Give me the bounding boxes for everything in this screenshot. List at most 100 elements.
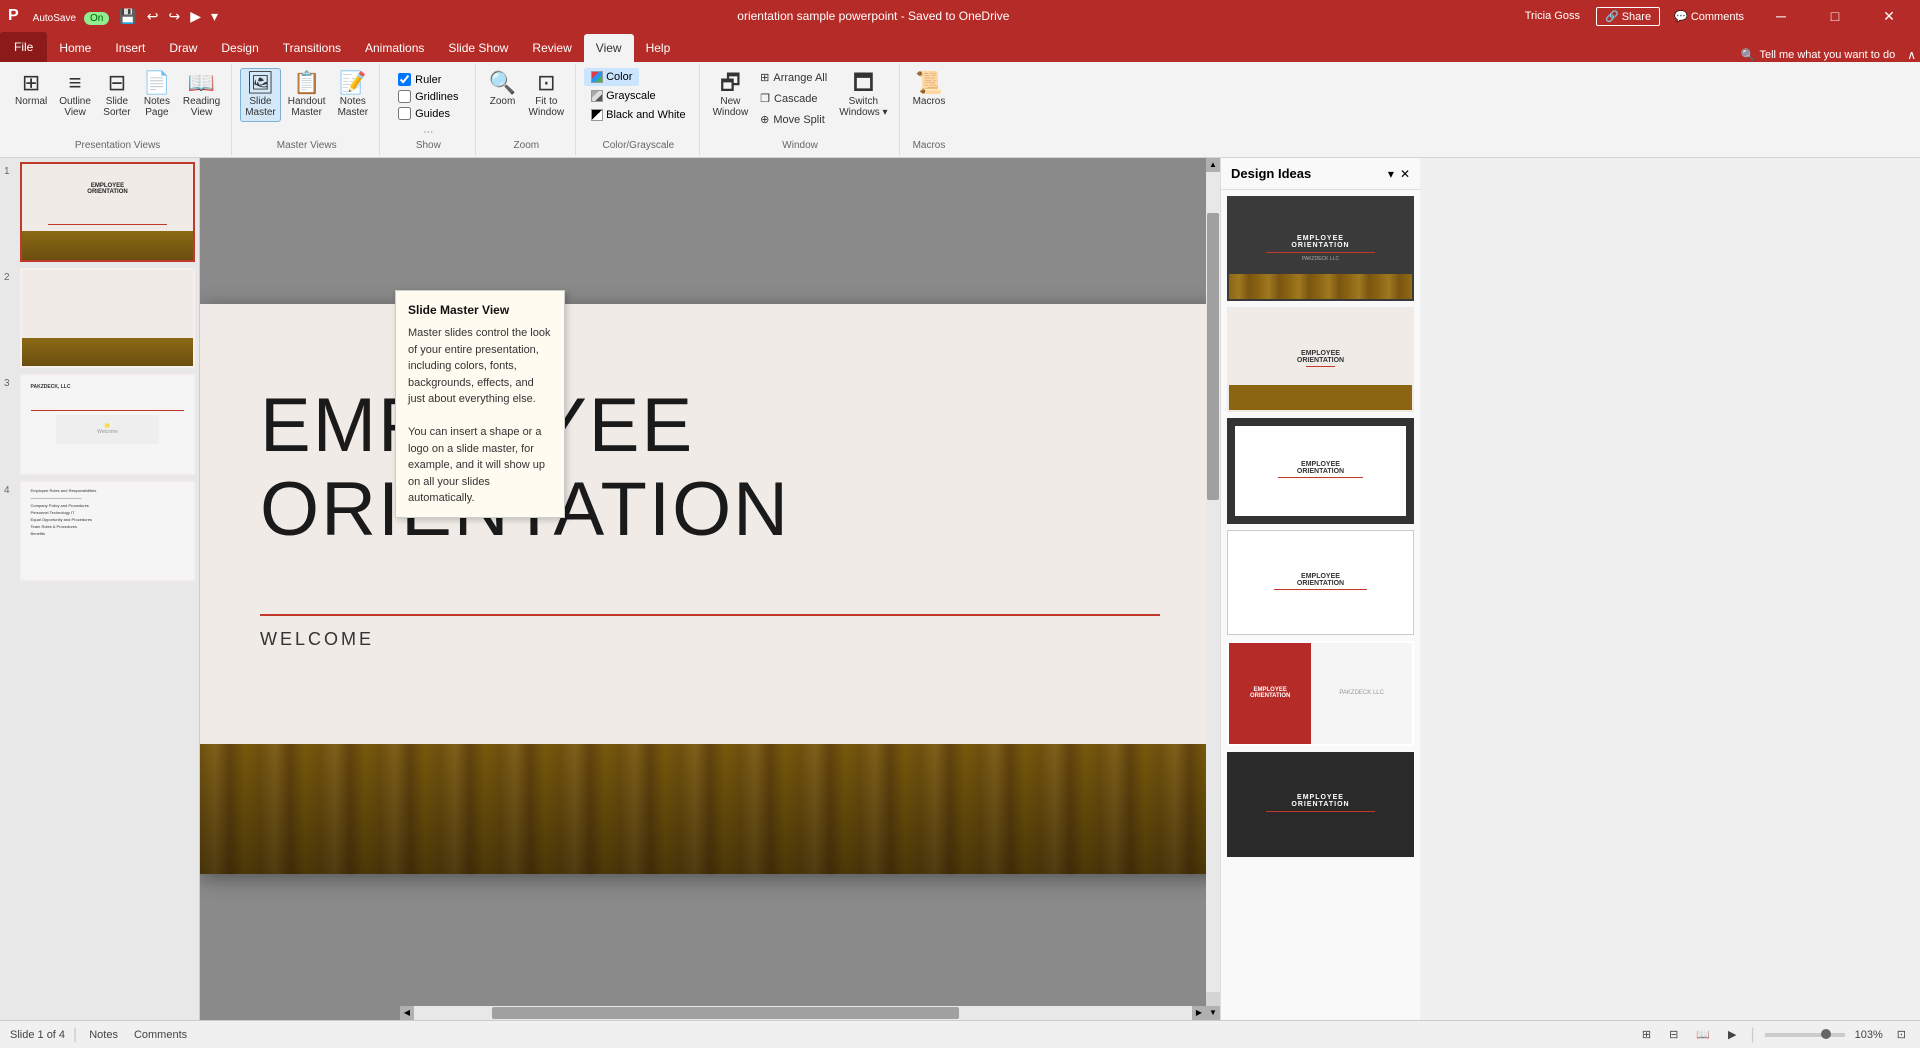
switch-windows-button[interactable]: 🗖 SwitchWindows ▾ <box>834 68 892 122</box>
reading-view-button[interactable]: 📖 ReadingView <box>178 68 225 122</box>
scroll-thumb <box>1207 213 1219 500</box>
slide-thumb-3[interactable]: 3 PAKZDECK, LLC 🌟Welcome <box>4 374 195 474</box>
design-panel-dropdown[interactable]: ▾ <box>1388 167 1394 181</box>
view-normal-btn[interactable]: ⊞ <box>1638 1026 1655 1043</box>
color-button[interactable]: Color <box>584 68 639 86</box>
design-theme-6[interactable]: EMPLOYEEORIENTATION <box>1227 752 1414 857</box>
design-theme-3[interactable]: EMPLOYEEORIENTATION <box>1227 418 1414 523</box>
design-theme-4[interactable]: EMPLOYEEORIENTATION <box>1227 530 1414 635</box>
restore-button[interactable]: □ <box>1812 0 1858 32</box>
main-slide[interactable]: EMPLOYEE ORIENTATION WELCOME <box>200 304 1220 874</box>
tab-transitions[interactable]: Transitions <box>271 34 353 62</box>
new-window-button[interactable]: 🗗 NewWindow <box>708 68 754 122</box>
master-views-buttons: 🖼 SlideMaster 📋 HandoutMaster 📝 NotesMas… <box>240 68 373 138</box>
slide-thumb-4[interactable]: 4 Employee Roles and Responsibilities ──… <box>4 481 195 581</box>
search-tell-me[interactable]: 🔍 Tell me what you want to do <box>1733 48 1904 62</box>
presentation-views-label: Presentation Views <box>75 138 160 151</box>
zoom-slider[interactable] <box>1765 1033 1845 1037</box>
show-label: Show <box>416 138 441 151</box>
redo-button[interactable]: ↪ <box>164 6 184 27</box>
zoom-buttons: 🔍 Zoom ⊡ Fit toWindow <box>484 68 570 138</box>
grayscale-button[interactable]: Grayscale <box>584 87 663 105</box>
ribbon-collapse-btn[interactable]: ∧ <box>1903 48 1920 62</box>
notes-page-icon: 📄 <box>143 72 170 94</box>
fit-to-window-button[interactable]: ⊡ Fit toWindow <box>524 68 570 122</box>
ribbon-content: ⊞ Normal ≡ OutlineView ⊟ SlideSorter 📄 N… <box>0 62 1920 157</box>
cascade-button[interactable]: ❐ Cascade <box>755 89 832 108</box>
zoom-label: Zoom <box>514 138 540 151</box>
tab-home[interactable]: Home <box>47 34 103 62</box>
design-panel-close[interactable]: ✕ <box>1400 167 1410 181</box>
notes-master-icon: 📝 <box>339 72 366 94</box>
scroll-right-btn[interactable]: ▶ <box>1192 1006 1206 1020</box>
slide-sorter-button[interactable]: ⊟ SlideSorter <box>98 68 136 122</box>
comments-status-btn[interactable]: Comments <box>130 1027 191 1043</box>
title-bar: P AutoSave On 💾 ↩ ↪ ▶ ▾ orientation samp… <box>0 0 1920 32</box>
ruler-check[interactable] <box>398 73 411 86</box>
close-button[interactable]: ✕ <box>1866 0 1912 32</box>
slide-thumb-1[interactable]: 1 EMPLOYEEORIENTATION <box>4 162 195 262</box>
slide-master-button[interactable]: 🖼 SlideMaster <box>240 68 281 122</box>
tab-design[interactable]: Design <box>209 34 270 62</box>
undo-button[interactable]: ↩ <box>143 6 163 27</box>
autosave-toggle[interactable]: AutoSave On <box>29 6 114 26</box>
ruler-checkbox[interactable]: Ruler <box>396 72 460 87</box>
bw-label: Black and White <box>606 109 685 121</box>
scroll-up-btn[interactable]: ▲ <box>1206 158 1220 172</box>
presentation-button[interactable]: ▶ <box>186 6 205 27</box>
thumb3-logo: 🌟Welcome <box>56 415 159 444</box>
save-button[interactable]: 💾 <box>115 6 140 27</box>
dt3-line <box>1278 477 1364 478</box>
comments-title-button[interactable]: 💬 Comments <box>1668 8 1750 25</box>
outline-view-button[interactable]: ≡ OutlineView <box>54 68 96 122</box>
guides-checkbox[interactable]: Guides <box>396 106 460 121</box>
share-button[interactable]: 🔗 Share <box>1596 7 1660 26</box>
status-bar: Slide 1 of 4 | Notes Comments ⊞ ⊟ 📖 ▶ | … <box>0 1020 1920 1048</box>
guides-check[interactable] <box>398 107 411 120</box>
normal-view-button[interactable]: ⊞ Normal <box>10 68 52 111</box>
horizontal-scrollbar[interactable]: ◀ ▶ <box>400 1006 1206 1020</box>
arrange-all-button[interactable]: ⊞ Arrange All <box>755 68 832 87</box>
design-theme-1[interactable]: EMPLOYEEORIENTATION PAKZDECK LLC <box>1227 196 1414 301</box>
fit-slide-btn[interactable]: ⊡ <box>1893 1026 1910 1043</box>
view-reading-btn[interactable]: 📖 <box>1692 1026 1714 1043</box>
slide-img-1: EMPLOYEEORIENTATION <box>20 162 195 262</box>
title-bar-right: Tricia Goss 🔗 Share 💬 Comments ─ □ ✕ <box>1525 0 1912 32</box>
view-sorter-btn[interactable]: ⊟ <box>1665 1026 1682 1043</box>
notes-master-button[interactable]: 📝 NotesMaster <box>333 68 374 122</box>
tab-view[interactable]: View <box>584 34 634 62</box>
scroll-down-btn[interactable]: ▼ <box>1206 1006 1220 1020</box>
tab-slideshow[interactable]: Slide Show <box>436 34 520 62</box>
tab-insert[interactable]: Insert <box>103 34 157 62</box>
tab-draw[interactable]: Draw <box>157 34 209 62</box>
black-white-button[interactable]: Black and White <box>584 106 692 124</box>
dt2-title: EMPLOYEEORIENTATION <box>1297 350 1344 364</box>
handout-master-button[interactable]: 📋 HandoutMaster <box>283 68 331 122</box>
dt2-floor <box>1229 385 1412 410</box>
design-theme-5[interactable]: EMPLOYEEORIENTATION PAKZDECK LLC <box>1227 641 1414 746</box>
h-scroll-track <box>414 1006 1192 1020</box>
tab-review[interactable]: Review <box>520 34 583 62</box>
window-small-btns: ⊞ Arrange All ❐ Cascade ⊕ Move Split <box>755 68 832 129</box>
show-more-btn[interactable]: ⋯ <box>423 127 433 138</box>
tab-animations[interactable]: Animations <box>353 34 436 62</box>
notes-status-btn[interactable]: Notes <box>85 1027 122 1043</box>
notes-page-button[interactable]: 📄 NotesPage <box>138 68 176 122</box>
vertical-scrollbar[interactable]: ▲ ▼ <box>1206 158 1220 1020</box>
show-more: ⋯ <box>423 127 433 138</box>
gridlines-checkbox[interactable]: Gridlines <box>396 89 460 104</box>
autosave-state[interactable]: On <box>84 12 109 25</box>
view-slideshow-btn[interactable]: ▶ <box>1724 1026 1740 1043</box>
move-split-button[interactable]: ⊕ Move Split <box>755 110 832 129</box>
zoom-button[interactable]: 🔍 Zoom <box>484 68 522 111</box>
master-views-group: 🖼 SlideMaster 📋 HandoutMaster 📝 NotesMas… <box>234 64 380 155</box>
minimize-button[interactable]: ─ <box>1758 0 1804 32</box>
macros-button[interactable]: 📜 Macros <box>908 68 951 111</box>
slide-thumb-2[interactable]: 2 <box>4 268 195 368</box>
design-theme-2[interactable]: EMPLOYEEORIENTATION <box>1227 307 1414 412</box>
customize-qat-button[interactable]: ▾ <box>207 6 222 27</box>
tab-help[interactable]: Help <box>634 34 683 62</box>
scroll-left-btn[interactable]: ◀ <box>400 1006 414 1020</box>
tab-file[interactable]: File <box>0 32 47 62</box>
gridlines-check[interactable] <box>398 90 411 103</box>
